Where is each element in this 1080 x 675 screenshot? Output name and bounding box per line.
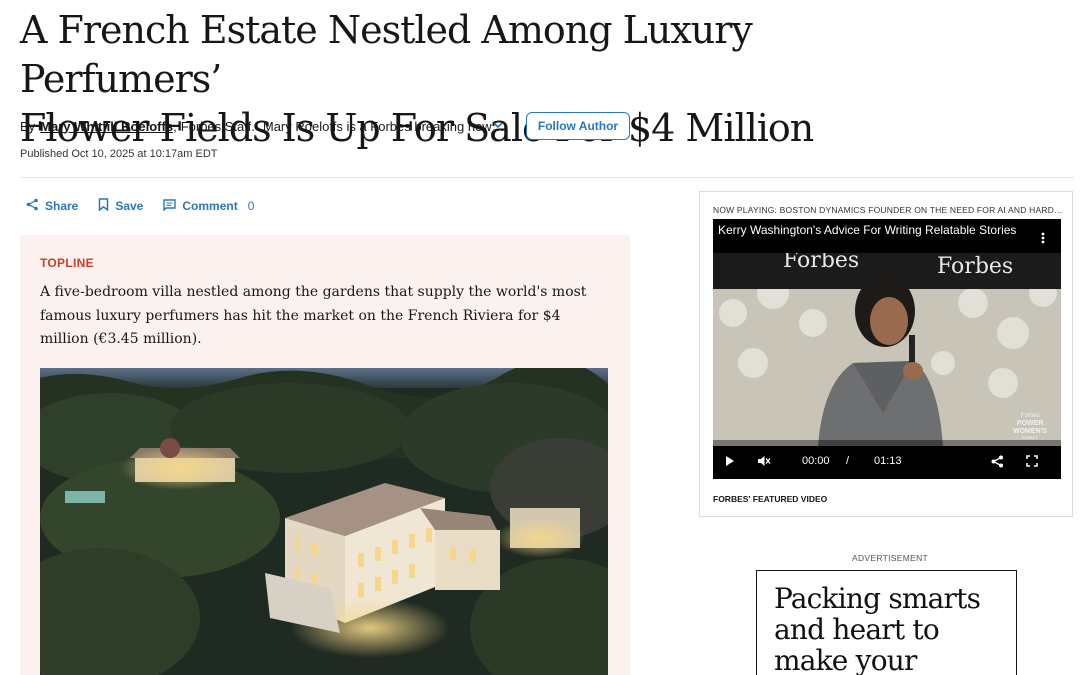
comment-count: 0 [247, 199, 255, 213]
byline: By Mary Whitfill Roeloffs , Forbes Staff… [20, 117, 505, 135]
advertisement-label: ADVERTISEMENT [852, 553, 929, 563]
video-player[interactable]: Forbes Forbes Forbes POWER WOMEN'S SUMMI… [713, 219, 1061, 479]
backdrop-brand-right: Forbes [937, 254, 1013, 279]
badge-line-2: POWER [1017, 420, 1043, 427]
mute-icon[interactable] [757, 455, 771, 467]
video-frame: Forbes Forbes Forbes POWER WOMEN'S SUMMI… [713, 248, 1061, 446]
topline-box: TOPLINE A five-bedroom villa nestled amo… [20, 235, 630, 675]
article-actions: Share Save Comment 0 [26, 197, 274, 215]
featured-video-label: FORBES' FEATURED VIDEO [713, 494, 828, 504]
divider [20, 177, 1074, 178]
featured-video-card: NOW PLAYING: BOSTON DYNAMICS FOUNDER ON … [699, 191, 1073, 517]
published-date: Published Oct 10, 2025 at 10:17am EDT [20, 148, 218, 160]
share-label: Share [45, 199, 79, 213]
topline-label: TOPLINE [40, 256, 94, 270]
video-title: Kerry Washington's Advice For Writing Re… [718, 223, 1017, 237]
current-time: 00:00 [802, 455, 830, 467]
author-link[interactable]: Mary Whitfill Roeloffs [40, 119, 173, 134]
save-button[interactable]: Save [98, 198, 143, 214]
time-separator: / [846, 455, 850, 467]
topline-text: A five-bedroom villa nestled among the g… [40, 284, 587, 347]
share-icon [26, 198, 39, 214]
author-bio: Mary Roeloffs is a Forbes breaking new… [262, 118, 505, 134]
advertisement-box[interactable]: Packing smarts and heart to make your [756, 570, 1017, 675]
ad-headline: Packing smarts and heart to make your [774, 582, 981, 675]
byline-comma: , [173, 118, 177, 134]
chevron-down-icon[interactable] [492, 119, 504, 131]
byline-by: By [20, 118, 36, 134]
backdrop-brand-left: Forbes [783, 253, 859, 273]
comment-button[interactable]: Comment 0 [163, 198, 255, 214]
video-controls: 00:00 / 01:13 [713, 446, 1061, 479]
comment-icon [163, 198, 177, 214]
author-role: Forbes Staff. [180, 118, 255, 134]
badge-line-3: WOMEN'S [1013, 428, 1047, 435]
badge-line-1: Forbes [1021, 413, 1040, 419]
share-video-icon[interactable] [991, 455, 1004, 468]
save-label: Save [115, 199, 144, 213]
estate-photo [40, 368, 608, 675]
follow-author-button[interactable]: Follow Author [526, 112, 630, 140]
comment-label: Comment [182, 199, 238, 213]
now-playing-text: NOW PLAYING: BOSTON DYNAMICS FOUNDER ON … [713, 205, 1063, 215]
badge-line-4: SUMMIT [1022, 435, 1038, 440]
play-icon[interactable] [725, 455, 735, 467]
fullscreen-icon[interactable] [1026, 455, 1038, 467]
headline-line-1: A French Estate Nestled Among Luxury Per… [20, 8, 753, 101]
more-options-icon[interactable] [1041, 231, 1045, 249]
share-button[interactable]: Share [26, 198, 78, 214]
duration: 01:13 [874, 455, 902, 467]
bookmark-icon [98, 198, 109, 214]
